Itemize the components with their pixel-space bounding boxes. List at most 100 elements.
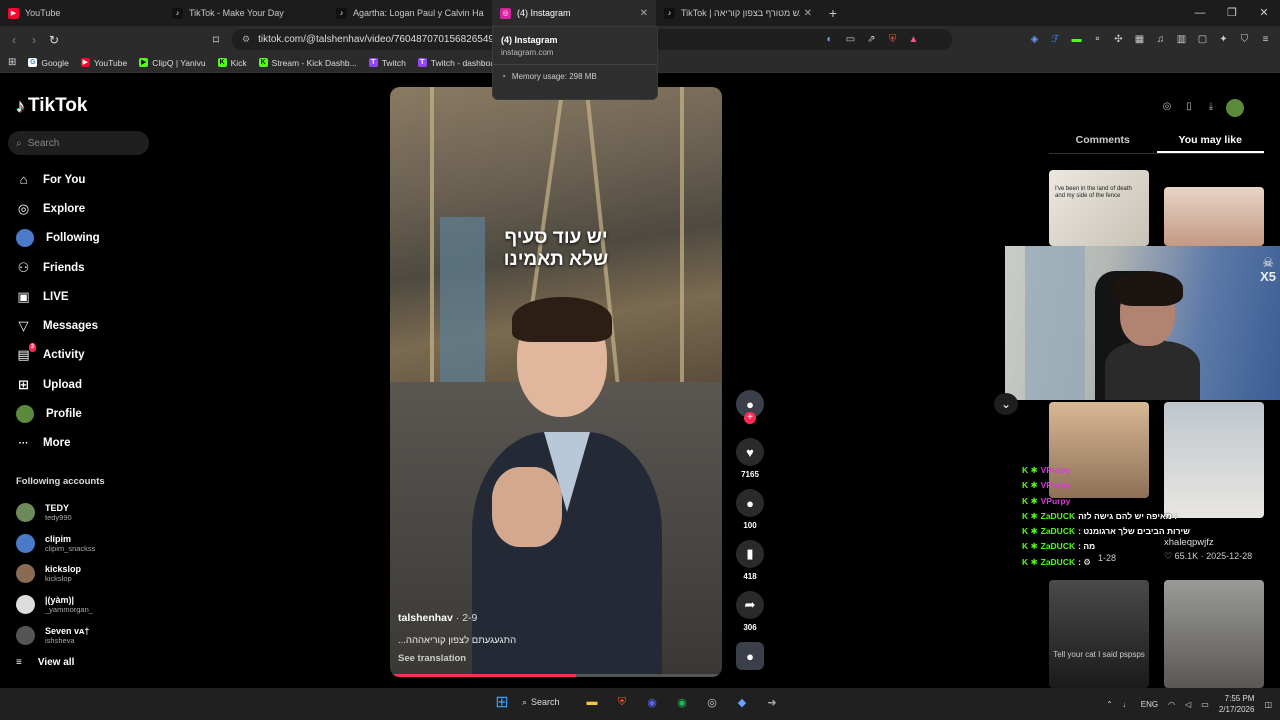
suggested-video-thumb[interactable] — [1164, 187, 1264, 246]
follow-plus-icon[interactable]: + — [744, 412, 756, 424]
brave-shield-icon[interactable]: ⛨ — [884, 31, 901, 48]
brave-rewards-icon[interactable]: ▲ — [905, 31, 922, 48]
tiktok-logo[interactable]: ♪ TikTok — [16, 95, 87, 117]
nav-messages[interactable]: ▽ Messages — [16, 311, 100, 340]
bookmark-twitch-dashboard[interactable]: T Twitch - dashboard — [417, 58, 503, 68]
bookmark-twitch[interactable]: T Twitch — [368, 57, 406, 68]
site-info-icon[interactable]: ⚙ — [242, 34, 250, 45]
app-icon[interactable]: ➜ — [762, 692, 782, 712]
download-icon[interactable]: ⤓ — [1204, 101, 1218, 115]
bookmark-youtube[interactable]: ▶ YouTube — [80, 58, 127, 68]
author-avatar-button[interactable]: ● + — [735, 390, 765, 424]
share-icon[interactable]: ⇗ — [863, 31, 880, 48]
close-window-icon[interactable]: ✕ — [1248, 0, 1280, 26]
coin-icon[interactable]: ◎ — [1160, 101, 1174, 115]
account-item[interactable]: TEDY tedy990 — [16, 497, 95, 528]
sidebar-icon[interactable]: ▥ — [1173, 31, 1190, 48]
tab-comments[interactable]: Comments — [1049, 127, 1157, 153]
extension-icon[interactable]: ℱ — [1047, 31, 1064, 48]
video-player[interactable]: יש עוד סעיף שלא תאמינו talshenhav · 2-9 … — [390, 87, 722, 677]
nav-activity[interactable]: ▤ 3 Activity — [16, 341, 100, 370]
cast-icon[interactable]: ▭ — [842, 31, 859, 48]
account-item[interactable]: kickslop kickslop — [16, 558, 95, 589]
bookmark-icon[interactable]: ⌑ — [206, 33, 226, 47]
close-tab-icon[interactable]: ✕ — [640, 8, 648, 19]
menu-icon[interactable]: ≡ — [1257, 31, 1274, 48]
view-all-button[interactable]: ≡ View all — [16, 657, 74, 668]
minimize-icon[interactable]: — — [1184, 0, 1216, 26]
nav-for-you[interactable]: ⌂ For You — [16, 165, 100, 194]
obs-icon[interactable]: ◎ — [702, 692, 722, 712]
nav-live[interactable]: ▣ LIVE — [16, 282, 100, 311]
bookmark-kick-dashboard[interactable]: K Stream - Kick Dashb... — [258, 58, 357, 68]
language-indicator[interactable]: ENG — [1141, 700, 1158, 709]
nav-profile[interactable]: ● Profile — [16, 399, 100, 428]
account-item[interactable]: |(yàm)| _yammorgan_ — [16, 589, 95, 620]
suggested-video-thumb[interactable]: I've been in the land of death and my si… — [1049, 170, 1149, 246]
browser-tab-tiktok[interactable]: ♪ TikTok - Make Your Day — [164, 0, 328, 26]
discord-icon[interactable]: ◉ — [642, 692, 662, 712]
apps-icon[interactable]: ⊞ — [8, 57, 16, 68]
notifications-icon[interactable]: ◫ — [1264, 700, 1272, 709]
video-author[interactable]: talshenhav · 2-9 — [398, 612, 477, 624]
bookmark-kick[interactable]: K Kick — [217, 58, 247, 68]
file-explorer-icon[interactable]: ▬ — [582, 692, 602, 712]
comment-button[interactable]: ● 100 — [735, 489, 765, 530]
suggested-video-thumb[interactable] — [1164, 580, 1264, 688]
volume-icon[interactable]: ◁ — [1185, 700, 1191, 709]
music-icon[interactable]: ♫ — [1152, 31, 1169, 48]
account-item[interactable]: Seven vᴀ† ishsheva — [16, 620, 95, 651]
nav-upload[interactable]: ⊞ Upload — [16, 370, 100, 399]
share-button[interactable]: ➦ 306 — [735, 591, 765, 632]
brave-browser-icon[interactable]: ⛨ — [612, 692, 632, 712]
see-translation-link[interactable]: See translation — [398, 653, 466, 664]
chevron-down-icon[interactable]: ⌄ — [994, 393, 1018, 415]
wifi-icon[interactable]: ◠ — [1168, 700, 1175, 709]
microphone-icon[interactable]: ♩ — [1123, 700, 1131, 709]
new-tab-button[interactable]: + — [820, 5, 846, 21]
vpn-icon[interactable]: ⛉ — [1236, 31, 1253, 48]
video-progress-bar[interactable] — [390, 674, 722, 677]
device-icon[interactable]: ▯ — [1182, 101, 1196, 115]
extension-icon[interactable]: ◈ — [1026, 31, 1043, 48]
like-button[interactable]: ♥ 7165 — [735, 438, 765, 479]
browser-tab-tiktok-video[interactable]: ♪ TikTok | עונש מטורף בצפון קוריאה ✕ — [656, 0, 820, 26]
search-input[interactable]: ⌕ Search — [8, 131, 149, 155]
extension-icon[interactable]: ⚬ — [1089, 31, 1106, 48]
nav-more[interactable]: ··· More — [16, 429, 100, 458]
translate-icon[interactable]: ◐ — [821, 31, 838, 48]
save-button[interactable]: ▮ 418 — [735, 540, 765, 581]
browser-tab-agartha[interactable]: ♪ Agartha: Logan Paul y Calvin Harris ci — [328, 0, 492, 26]
nav-following[interactable]: ● Following — [16, 224, 100, 253]
maximize-icon[interactable]: ❐ — [1216, 0, 1248, 26]
extension-icon[interactable]: ▦ — [1131, 31, 1148, 48]
wallet-icon[interactable]: ▢ — [1194, 31, 1211, 48]
chevron-up-icon[interactable]: ⌃ — [1106, 700, 1113, 709]
taskbar-search[interactable]: ⌕ Search — [522, 697, 572, 708]
forward-icon[interactable]: › — [24, 33, 44, 47]
profile-avatar[interactable] — [1226, 99, 1244, 117]
puzzle-icon[interactable]: ✣ — [1110, 31, 1127, 48]
account-item[interactable]: clipim clipim_snackss — [16, 528, 95, 559]
spotify-icon[interactable]: ◉ — [672, 692, 692, 712]
bookmark-clipq[interactable]: ▶ ClipQ | Yanivu — [139, 58, 206, 68]
suggested-video-thumb[interactable]: Tell your cat I said pspsps — [1049, 580, 1149, 688]
clock[interactable]: 7:55 PM 2/17/2026 — [1219, 693, 1255, 715]
leo-icon[interactable]: ✦ — [1215, 31, 1232, 48]
app-icon[interactable]: ◆ — [732, 692, 752, 712]
nav-explore[interactable]: ◎ Explore — [16, 194, 100, 223]
back-icon[interactable]: ‹ — [4, 33, 24, 47]
nav-friends[interactable]: ⚇ Friends — [16, 253, 100, 282]
browser-tab-youtube[interactable]: ▶ YouTube — [0, 0, 164, 26]
extension-icon[interactable]: ▬ — [1068, 31, 1085, 48]
bookmark-label: Twitch — [381, 57, 406, 68]
tab-you-may-like[interactable]: You may like — [1156, 127, 1264, 153]
kick-badge-icon: K ✱ — [1022, 495, 1038, 506]
reload-icon[interactable]: ↻ — [44, 33, 64, 47]
battery-icon[interactable]: ▭ — [1201, 700, 1209, 709]
music-disc-button[interactable]: ● — [735, 642, 765, 670]
windows-start-icon[interactable]: ⊞ — [492, 692, 512, 712]
browser-tab-instagram[interactable]: ◎ (4) Instagram ✕ — [492, 0, 656, 26]
close-tab-icon[interactable]: ✕ — [804, 8, 812, 19]
bookmark-google[interactable]: G Google — [28, 58, 69, 68]
